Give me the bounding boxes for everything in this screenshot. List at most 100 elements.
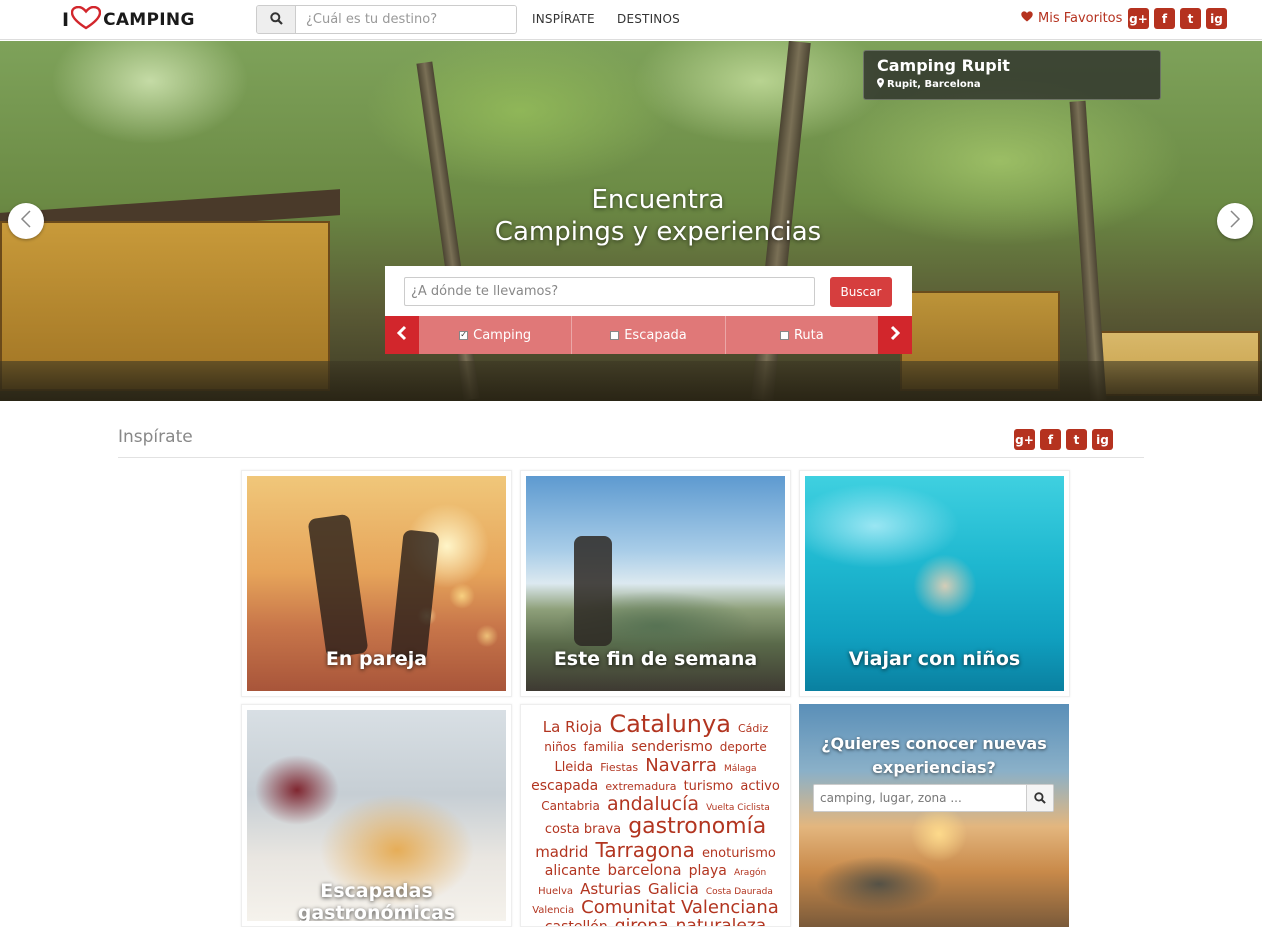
tag-cloud-item[interactable]: deporte [720, 740, 767, 754]
search-button[interactable] [257, 6, 296, 33]
tag-cloud-item[interactable]: castellón [545, 919, 608, 926]
nav-link-inspirate[interactable]: INSPÍRATE [532, 12, 595, 26]
tile-image: En pareja [247, 476, 506, 691]
tag-cloud-item[interactable]: Catalunya [609, 710, 731, 738]
tag-cloud-item[interactable]: activo [740, 779, 779, 794]
tag-cloud-item[interactable]: madrid [535, 843, 588, 861]
type-options: ✓ Camping Escapada Ruta [419, 316, 878, 354]
tag-cloud-item[interactable]: naturaleza [676, 916, 767, 926]
experiences-search-input[interactable] [814, 785, 1026, 811]
tag-cloud-item[interactable]: Costa Daurada [706, 887, 773, 897]
destination-search-input[interactable] [296, 6, 516, 33]
tile-en-pareja[interactable]: En pareja [241, 470, 512, 697]
tag-cloud-list: La Rioja Catalunya Cádiz niños familia s… [526, 709, 785, 926]
tag-cloud-item[interactable]: La Rioja [543, 718, 602, 736]
chevron-right-icon [890, 325, 901, 345]
facebook-icon[interactable]: f [1154, 8, 1175, 29]
instagram-icon[interactable]: ig [1206, 8, 1227, 29]
tag-cloud-item[interactable]: Tarragona [595, 838, 694, 862]
tag-cloud-item[interactable]: Valencia [532, 905, 574, 916]
heart-icon [1021, 11, 1033, 26]
google-plus-icon[interactable]: g+ [1128, 8, 1149, 29]
tag-cloud-item[interactable]: Huelva [538, 886, 573, 897]
tag-cloud-item[interactable]: extremadura [605, 780, 676, 793]
buscar-button[interactable]: Buscar [830, 277, 892, 307]
tag-cloud-item[interactable]: niños [544, 740, 576, 754]
tag-cloud-item[interactable]: Asturias [580, 880, 641, 898]
twitter-icon[interactable]: t [1180, 8, 1201, 29]
twitter-icon[interactable]: t [1066, 429, 1087, 450]
hero-next-button[interactable] [1217, 203, 1253, 239]
tile-image-figure [307, 513, 369, 659]
map-pin-icon [877, 78, 884, 91]
type-option-ruta[interactable]: Ruta [726, 316, 878, 354]
tag-cloud-item[interactable]: senderismo [631, 739, 712, 755]
tile-label: Este fin de semana [553, 648, 758, 670]
social-links-top: g+ f t ig [1128, 8, 1227, 29]
tag-cloud-item[interactable]: escapada [531, 778, 598, 794]
tag-cloud-item[interactable]: Vuelta Ciclista [706, 803, 770, 813]
hero-search-input[interactable] [404, 277, 815, 306]
google-plus-icon[interactable]: g+ [1014, 429, 1035, 450]
nav-link-destinos[interactable]: DESTINOS [617, 12, 680, 26]
checkbox-icon[interactable] [610, 330, 620, 340]
tag-cloud-item[interactable]: Fiestas [600, 761, 638, 774]
section-title-inspirate: Inspírate [118, 427, 193, 447]
tag-cloud-item[interactable]: familia [584, 740, 625, 754]
tile-label: En pareja [325, 648, 428, 670]
tag-cloud-item[interactable]: girona [615, 916, 669, 926]
search-icon [1034, 789, 1046, 808]
checkbox-checked-icon[interactable]: ✓ [459, 330, 469, 340]
featured-place-card[interactable]: Camping Rupit Rupit, Barcelona [863, 50, 1161, 100]
social-links-section: g+ f t ig [1014, 429, 1113, 450]
hero-title: Encuentra Campings y experiencias [340, 184, 976, 248]
tile-escapadas-gastronomicas[interactable]: Escapadas gastronómicas [241, 704, 512, 927]
tile-fin-de-semana[interactable]: Este fin de semana [520, 470, 791, 697]
tag-cloud-item[interactable]: Comunitat Valenciana [581, 897, 779, 918]
hero-prev-button[interactable] [8, 203, 44, 239]
experiences-question: ¿Quieres conocer nuevas experiencias? [821, 734, 1047, 777]
tag-cloud-item[interactable]: Cantabria [541, 799, 600, 813]
tag-cloud-item[interactable]: Cádiz [738, 722, 768, 735]
tile-image: Este fin de semana [526, 476, 785, 691]
heart-logo-icon [70, 5, 102, 34]
favorites-label: Mis Favoritos [1038, 11, 1123, 26]
tag-cloud-item[interactable]: gastronomía [628, 814, 766, 839]
experiences-box: ¿Quieres conocer nuevas experiencias? [799, 704, 1069, 927]
section-divider [118, 457, 1144, 458]
tag-cloud-item[interactable]: barcelona [607, 861, 681, 879]
tag-cloud-item[interactable]: alicante [545, 863, 601, 879]
featured-place-location: Rupit, Barcelona [877, 78, 1147, 91]
tag-cloud-item[interactable]: turismo [684, 779, 734, 794]
type-prev-button[interactable] [385, 316, 419, 354]
tag-cloud-item[interactable]: Galicia [648, 880, 699, 898]
chevron-right-icon [1229, 209, 1241, 233]
tag-cloud-item[interactable]: Aragón [734, 868, 766, 878]
tag-cloud-item[interactable]: Navarra [645, 755, 717, 776]
tag-cloud-item[interactable]: andalucía [607, 793, 699, 815]
featured-place-name: Camping Rupit [877, 56, 1010, 75]
tag-cloud-item[interactable]: Lleida [554, 760, 593, 775]
tile-image: Escapadas gastronómicas [247, 710, 506, 921]
favorites-link[interactable]: Mis Favoritos [1021, 11, 1122, 26]
instagram-icon[interactable]: ig [1092, 429, 1113, 450]
tile-image: Viajar con niños [805, 476, 1064, 691]
type-option-camping[interactable]: ✓ Camping [419, 316, 573, 354]
tag-cloud-item[interactable]: costa brava [545, 822, 621, 837]
facebook-icon[interactable]: f [1040, 429, 1061, 450]
tile-image-figure [390, 529, 440, 663]
logo[interactable]: I CAMPING [62, 5, 195, 34]
type-option-escapada[interactable]: Escapada [572, 316, 726, 354]
experiences-search-button[interactable] [1026, 785, 1053, 811]
featured-place-location-text: Rupit, Barcelona [887, 79, 981, 90]
tile-viajar-con-ninos[interactable]: Viajar con niños [799, 470, 1070, 697]
hero-search-box: Buscar ✓ Camping Escapada Ruta [385, 266, 912, 354]
logo-word: CAMPING [103, 10, 195, 30]
tag-cloud-item[interactable]: enoturismo [702, 846, 776, 861]
type-next-button[interactable] [878, 316, 912, 354]
hero-title-line1: Encuentra [591, 185, 725, 215]
checkbox-icon[interactable] [779, 330, 789, 340]
tag-cloud-item[interactable]: playa [689, 863, 727, 879]
type-option-label: Camping [473, 327, 532, 343]
tag-cloud-item[interactable]: Málaga [724, 764, 757, 774]
